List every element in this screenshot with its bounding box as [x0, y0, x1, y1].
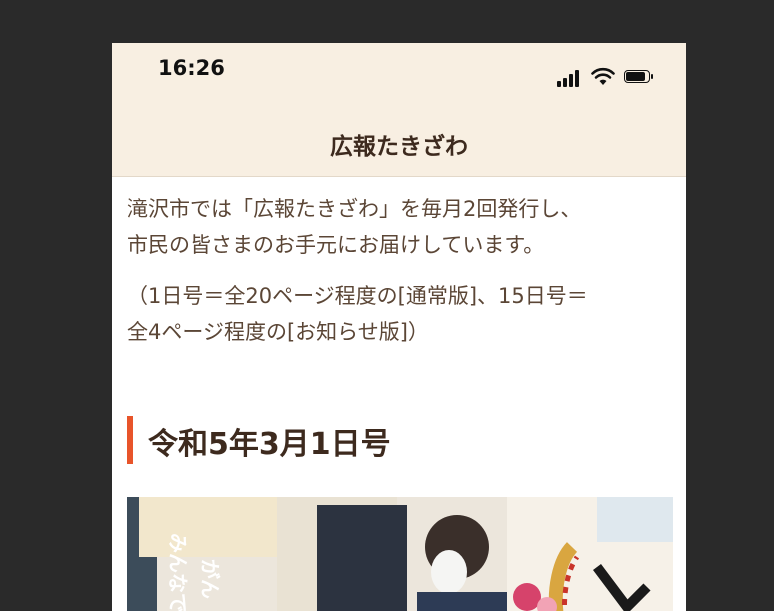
app-header: 16:26 広報たきざわ: [112, 43, 686, 177]
signal-icon: [557, 69, 583, 87]
heading-accent-bar: [127, 416, 133, 464]
edition-note-line-2: 全4ページ程度の[お知らせ版]）: [127, 320, 429, 344]
svg-text:みんなで: みんなで: [166, 533, 190, 611]
issue-title: 令和5年3月1日号: [148, 427, 391, 462]
issue-heading: 令和5年3月1日号: [127, 416, 672, 464]
edition-note: （1日号＝全20ページ程度の[通常版]、15日号＝ 全4ページ程度の[お知らせ版…: [127, 278, 672, 350]
svg-text:がん: がん: [198, 559, 222, 599]
intro-line-2: 市民の皆さまのお手元にお届けしています。: [127, 233, 545, 257]
phone-screen: 16:26 広報たきざわ 滝沢市では「広報たきざわ」を毎月2回発行し、 市民の皆…: [112, 43, 686, 611]
battery-icon: [624, 70, 654, 85]
cover-photo: みんなで がん: [127, 497, 673, 611]
edition-note-line-1: （1日号＝全20ページ程度の[通常版]、15日号＝: [127, 284, 588, 308]
intro-content: 滝沢市では「広報たきざわ」を毎月2回発行し、 市民の皆さまのお手元にお届けしてい…: [127, 191, 672, 350]
page-title: 広報たきざわ: [330, 134, 468, 160]
intro-paragraph: 滝沢市では「広報たきざわ」を毎月2回発行し、 市民の皆さまのお手元にお届けしてい…: [127, 191, 672, 263]
status-time: 16:26: [158, 56, 225, 80]
wifi-icon: [591, 67, 615, 85]
issue-cover-image[interactable]: みんなで がん: [127, 497, 673, 611]
intro-line-1: 滝沢市では「広報たきざわ」を毎月2回発行し、: [127, 197, 582, 221]
